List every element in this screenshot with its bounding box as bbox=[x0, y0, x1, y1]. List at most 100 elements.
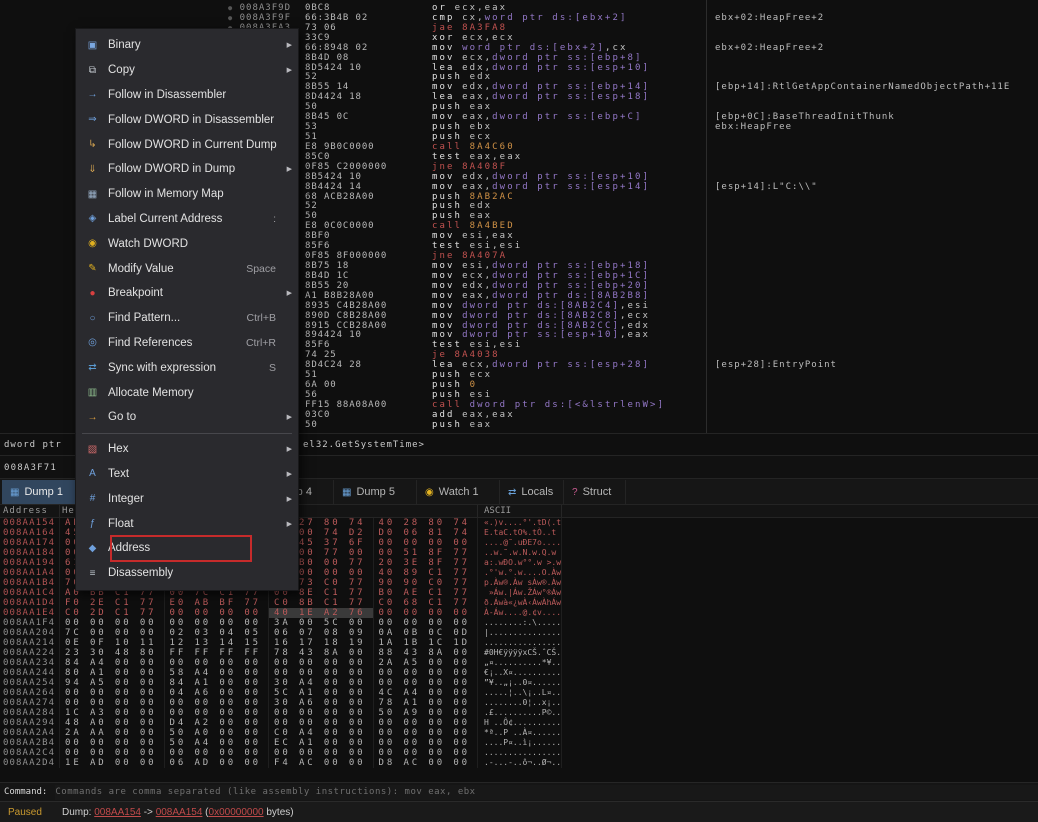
dump-hex-group: 84 A4 00 00 bbox=[60, 658, 165, 668]
menu-item-sync-with-expression[interactable]: ⇄Sync with expressionS bbox=[76, 355, 298, 380]
menu-item-label: Allocate Memory bbox=[108, 387, 282, 399]
dump-hex-group: 00 51 8F 77 bbox=[374, 548, 479, 558]
disasm-comment bbox=[709, 192, 1038, 202]
dump-row[interactable]: 008AA1F400 00 00 0000 00 00 003A 00 5C 0… bbox=[0, 618, 1038, 628]
tab-dump-1[interactable]: ▦Dump 1 bbox=[2, 480, 85, 504]
find-pattern-icon: ○ bbox=[85, 311, 100, 326]
disasm-comment bbox=[709, 132, 1038, 142]
menu-item-address[interactable]: ◆Address bbox=[76, 536, 298, 561]
menu-item-allocate-memory[interactable]: ▥Allocate Memory bbox=[76, 380, 298, 405]
command-bar: Command: Commands are comma separated (l… bbox=[0, 782, 1038, 801]
dump-row[interactable]: 008AA2D41E AD 00 0006 AD 00 00F4 AC 00 0… bbox=[0, 758, 1038, 768]
tab-struct[interactable]: ?Struct bbox=[564, 480, 626, 504]
dump-row[interactable]: 008AA2841C A3 00 0000 00 00 0000 00 00 0… bbox=[0, 708, 1038, 718]
dump-ascii: H ..Ô¢.......... bbox=[478, 718, 562, 728]
disasm-comment bbox=[709, 211, 1038, 221]
disasm-instruction: add eax,eax bbox=[432, 410, 709, 420]
dump-ascii: .°'w.°.w....O.Àw bbox=[478, 568, 562, 578]
tab-locals[interactable]: ⇄Locals bbox=[500, 480, 564, 504]
tab-watch-1[interactable]: ◉Watch 1 bbox=[417, 480, 500, 504]
disasm-row[interactable]: ● 008A3F9D0BC8or ecx,eax bbox=[0, 3, 1038, 13]
dump-row[interactable]: 008AA1D4F0 2E C1 77E0 AB BF 77C0 8B C1 7… bbox=[0, 598, 1038, 608]
dump-row[interactable]: 008AA22423 30 48 80FF FF FF FF78 43 8A 0… bbox=[0, 648, 1038, 658]
disasm-comment: [ebp+0C]:BaseThreadInitThunk bbox=[709, 112, 1038, 122]
menu-item-text[interactable]: AText▶ bbox=[76, 462, 298, 487]
disasm-instruction: test eax,eax bbox=[432, 152, 709, 162]
dump-to-address-link[interactable]: 008AA154 bbox=[156, 807, 203, 818]
menu-item-follow-dword-in-disassembler[interactable]: ⇒Follow DWORD in Disassembler bbox=[76, 107, 298, 132]
dump-row[interactable]: 008AA2A42A AA 00 0050 A0 00 00C0 A4 00 0… bbox=[0, 728, 1038, 738]
menu-item-label: Follow DWORD in Disassembler bbox=[108, 114, 282, 126]
dump-hex-group: 06 AD 00 00 bbox=[165, 758, 270, 768]
dump-row[interactable]: 008AA23484 A4 00 0000 00 00 0000 00 00 0… bbox=[0, 658, 1038, 668]
dump-hex-group: 78 43 8A 00 bbox=[269, 648, 374, 658]
dump-row[interactable]: 008AA29448 A0 00 00D4 A2 00 0000 00 00 0… bbox=[0, 718, 1038, 728]
menu-item-find-pattern[interactable]: ○Find Pattern...Ctrl+B bbox=[76, 306, 298, 331]
dump-row-address: 008AA174 bbox=[0, 538, 60, 548]
disasm-instruction: mov ecx,dword ptr ss:[ebp+1C] bbox=[432, 271, 709, 281]
disassembly-icon: ≡ bbox=[85, 566, 100, 581]
menu-item-label-current-address[interactable]: ◈Label Current Address: bbox=[76, 207, 298, 232]
menu-item-watch-dword[interactable]: ◉Watch DWORD bbox=[76, 231, 298, 256]
dump-row-address: 008AA234 bbox=[0, 658, 60, 668]
disasm-comment bbox=[709, 231, 1038, 241]
dump-row[interactable]: 008AA25494 A5 00 0084 A1 00 0030 A4 00 0… bbox=[0, 678, 1038, 688]
menu-item-follow-dword-in-dump[interactable]: ⇓Follow DWORD in Dump▶ bbox=[76, 157, 298, 182]
dump-hex-group: 80 A1 00 00 bbox=[60, 668, 165, 678]
dump-hex-group: 2A A5 00 00 bbox=[374, 658, 479, 668]
menu-item-float[interactable]: ƒFloat▶ bbox=[76, 511, 298, 536]
menu-item-binary[interactable]: ▣Binary▶ bbox=[76, 33, 298, 58]
dump-row[interactable]: 008AA2047C 00 00 0002 03 04 0506 07 08 0… bbox=[0, 628, 1038, 638]
tab-label: Dump 5 bbox=[356, 486, 395, 498]
dump-hex-group: 58 A4 00 00 bbox=[165, 668, 270, 678]
disasm-instruction: test esi,esi bbox=[432, 340, 709, 350]
dump-hex-group: 90 90 C0 77 bbox=[374, 578, 479, 588]
menu-item-integer[interactable]: #Integer▶ bbox=[76, 486, 298, 511]
disasm-bytes: 73 06 bbox=[305, 23, 432, 33]
dump-hex-group: 0E 0F 10 11 bbox=[60, 638, 165, 648]
dump-hex-group: 12 13 14 15 bbox=[165, 638, 270, 648]
menu-item-label: Find Pattern... bbox=[108, 312, 247, 324]
dump-hex-group: F4 AC 00 00 bbox=[269, 758, 374, 768]
disasm-instruction: push eax bbox=[432, 420, 709, 430]
dump-row[interactable]: 008AA2C400 00 00 0000 00 00 0000 00 00 0… bbox=[0, 748, 1038, 758]
menu-item-modify-value[interactable]: ✎Modify ValueSpace bbox=[76, 256, 298, 281]
dump-row[interactable]: 008AA24480 A1 00 0058 A4 00 0000 00 00 0… bbox=[0, 668, 1038, 678]
disasm-comment bbox=[709, 311, 1038, 321]
disasm-bytes: 8B4D 08 bbox=[305, 53, 432, 63]
dump-row-address: 008AA264 bbox=[0, 688, 60, 698]
disasm-comment bbox=[709, 390, 1038, 400]
disasm-instruction: mov word ptr ds:[ebx+2],cx bbox=[432, 43, 709, 53]
dump-hex-group: 00 00 00 00 bbox=[165, 708, 270, 718]
disasm-instruction: xor ecx,ecx bbox=[432, 33, 709, 43]
menu-item-follow-in-memory-map[interactable]: ▦Follow in Memory Map bbox=[76, 182, 298, 207]
menu-item-disassembly[interactable]: ≡Disassembly bbox=[76, 561, 298, 586]
menu-item-copy[interactable]: ⧉Copy▶ bbox=[76, 58, 298, 83]
disasm-bytes: 66:8948 02 bbox=[305, 43, 432, 53]
dump-row[interactable]: 008AA27400 00 00 0000 00 00 0030 A6 00 0… bbox=[0, 698, 1038, 708]
menu-item-hex[interactable]: ▧Hex▶ bbox=[76, 437, 298, 462]
disasm-bytes: 50 bbox=[305, 420, 432, 430]
disasm-bytes: 8D4C24 28 bbox=[305, 360, 432, 370]
menu-item-breakpoint[interactable]: ●Breakpoint▶ bbox=[76, 281, 298, 306]
command-input[interactable]: Commands are comma separated (like assem… bbox=[55, 785, 1038, 800]
dump-row-address: 008AA224 bbox=[0, 648, 60, 658]
dump-row[interactable]: 008AA26400 00 00 0004 A6 00 005C A1 00 0… bbox=[0, 688, 1038, 698]
status-arrow: -> bbox=[141, 807, 156, 818]
menu-item-go-to[interactable]: →Go to▶ bbox=[76, 405, 298, 430]
dump-row[interactable]: 008AA2B400 00 00 0050 A4 00 00EC A1 00 0… bbox=[0, 738, 1038, 748]
disasm-row[interactable]: ● 008A3F9F66:3B4B 02cmp cx,word ptr ds:[… bbox=[0, 13, 1038, 23]
disasm-instruction: jne 8A408F bbox=[432, 162, 709, 172]
disasm-bytes: 8B55 20 bbox=[305, 281, 432, 291]
menu-item-label: Follow in Memory Map bbox=[108, 188, 282, 200]
disasm-instruction: call 8A4BED bbox=[432, 221, 709, 231]
menu-item-follow-in-disassembler[interactable]: →Follow in Disassembler bbox=[76, 83, 298, 108]
disasm-comment bbox=[709, 162, 1038, 172]
dump-from-address-link[interactable]: 008AA154 bbox=[94, 807, 141, 818]
dump-row[interactable]: 008AA1E4C0 2D C1 7700 00 00 0040 1E A2 7… bbox=[0, 608, 1038, 618]
menu-item-find-references[interactable]: ◎Find ReferencesCtrl+R bbox=[76, 331, 298, 356]
menu-item-follow-dword-in-current-dump[interactable]: ↳Follow DWORD in Current Dump bbox=[76, 132, 298, 157]
dump-row[interactable]: 008AA2140E 0F 10 1112 13 14 1516 17 18 1… bbox=[0, 638, 1038, 648]
disasm-instruction: mov eax,dword ptr ss:[esp+14] bbox=[432, 182, 709, 192]
tab-dump-5[interactable]: ▦Dump 5 bbox=[334, 480, 417, 504]
